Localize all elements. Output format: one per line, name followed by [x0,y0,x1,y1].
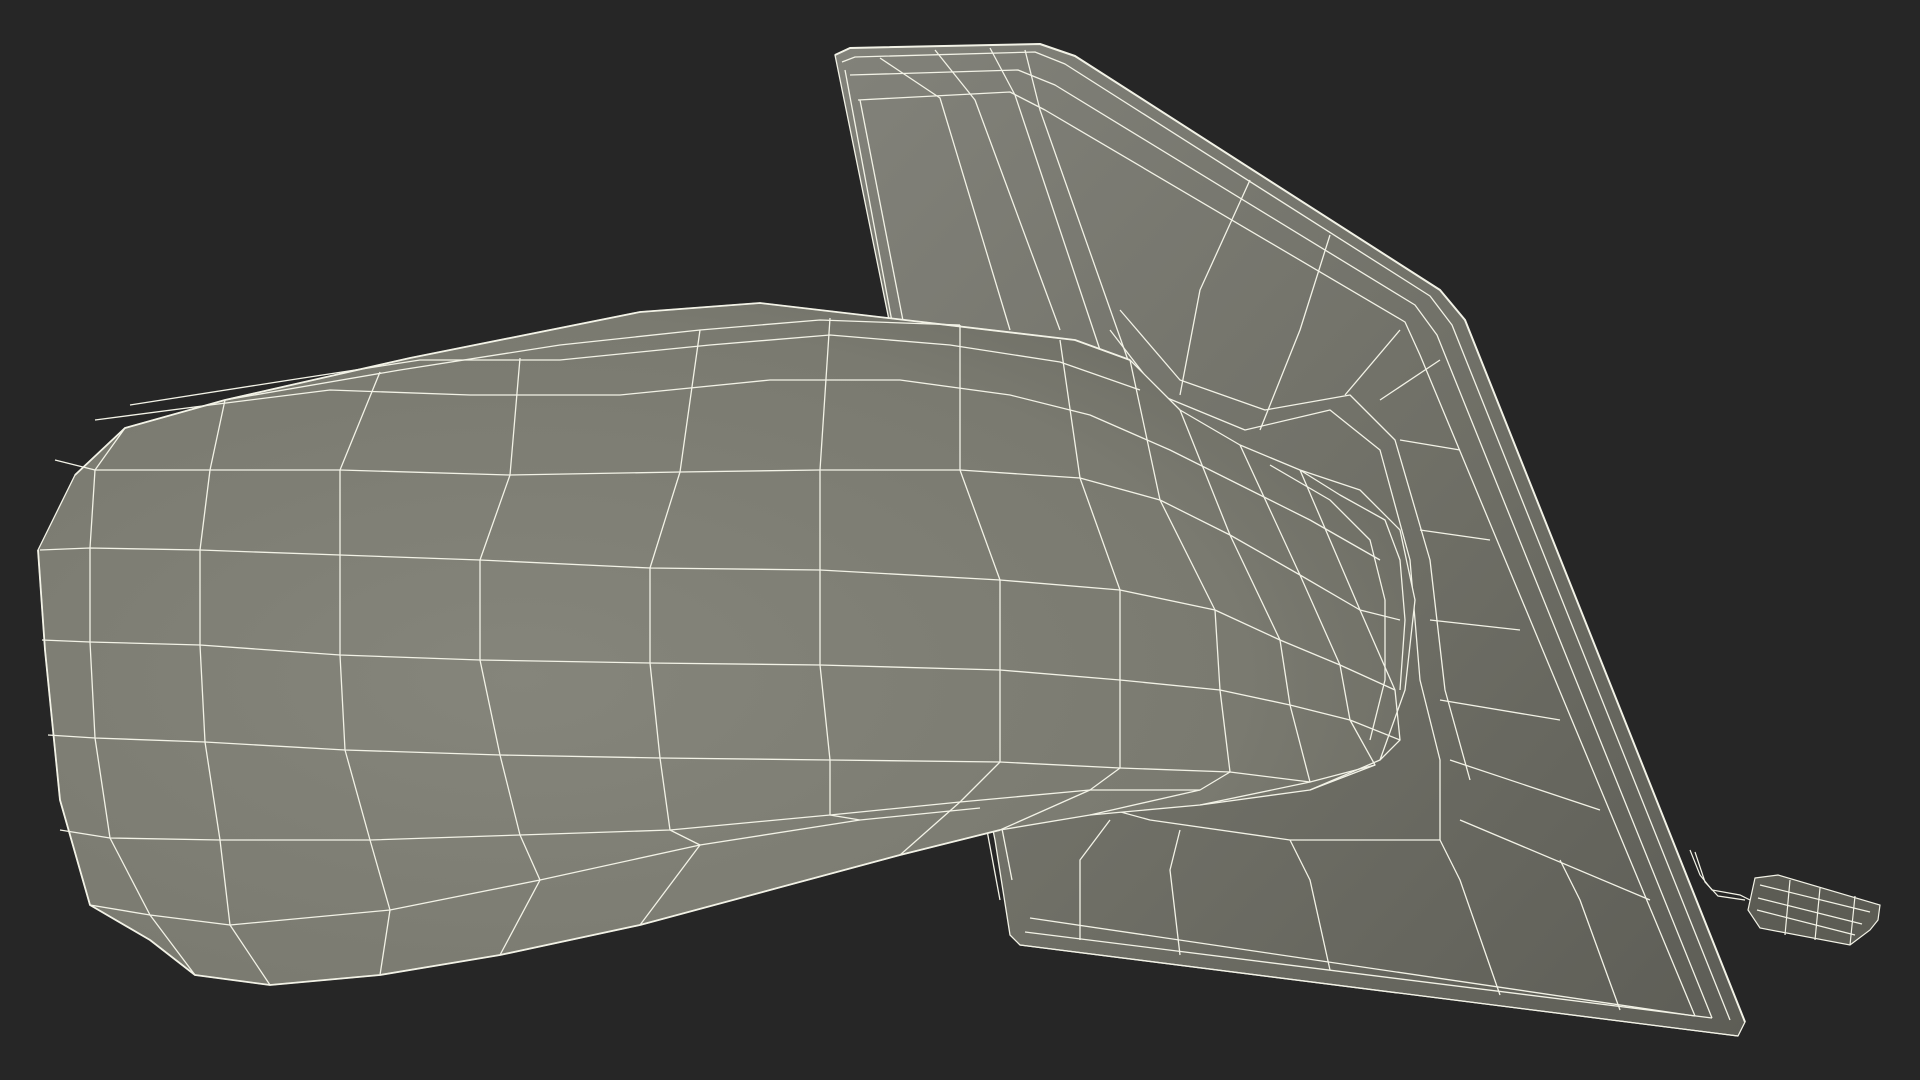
render-viewport [0,0,1920,1080]
